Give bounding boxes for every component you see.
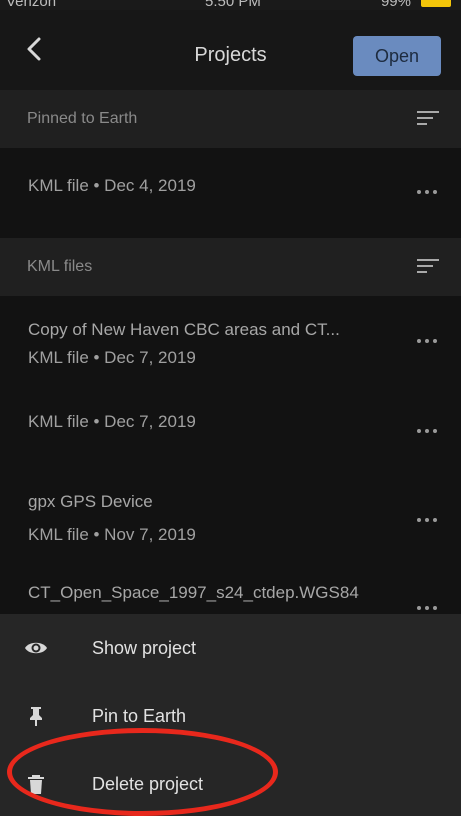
section-title-kml: KML files <box>27 258 93 275</box>
item-subtitle: KML file • Dec 7, 2019 <box>28 412 196 431</box>
eye-icon <box>25 642 47 654</box>
app-header: Projects Open <box>0 10 461 90</box>
item-title: Copy of New Haven CBC areas and CT... <box>28 320 340 339</box>
more-icon[interactable] <box>417 518 439 524</box>
clock-label: 5:50 PM <box>205 0 261 10</box>
list-item[interactable]: gpx GPS Device KML file • Nov 7, 2019 <box>0 476 461 566</box>
section-header-pinned: Pinned to Earth <box>0 90 461 148</box>
item-title: gpx GPS Device <box>28 492 153 511</box>
item-subtitle: KML file • Dec 7, 2019 <box>28 348 196 367</box>
sort-icon[interactable] <box>417 259 439 275</box>
list-item[interactable]: KML file • Dec 4, 2019 <box>0 148 461 238</box>
delete-project-label: Delete project <box>92 774 204 794</box>
trash-icon <box>28 775 44 794</box>
delete-project-button[interactable]: Delete project <box>0 750 461 816</box>
pin-to-earth-button[interactable]: Pin to Earth <box>0 682 461 750</box>
more-icon[interactable] <box>417 606 439 612</box>
carrier-label: Verizon <box>6 0 57 10</box>
section-title-pinned: Pinned to Earth <box>27 110 138 127</box>
more-icon[interactable] <box>417 429 439 435</box>
bottom-sheet: Show project Pin to Earth Delete project <box>0 614 461 816</box>
pin-to-earth-label: Pin to Earth <box>92 706 187 726</box>
pin-icon <box>30 707 42 726</box>
status-bar: Verizon 5:50 PM 99% <box>0 0 461 10</box>
sort-icon[interactable] <box>417 111 439 127</box>
more-icon[interactable] <box>417 190 439 196</box>
more-icon[interactable] <box>417 339 439 345</box>
list-item[interactable]: CT_Open_Space_1997_s24_ctdep.WGS84 <box>0 566 461 614</box>
item-subtitle: KML file • Nov 7, 2019 <box>28 525 196 544</box>
show-project-button[interactable]: Show project <box>0 614 461 682</box>
section-header-kml: KML files <box>0 238 461 296</box>
open-button[interactable]: Open <box>353 36 441 76</box>
item-title: CT_Open_Space_1997_s24_ctdep.WGS84 <box>28 583 359 602</box>
battery-label: 99% <box>380 0 411 10</box>
item-subtitle: KML file • Dec 4, 2019 <box>28 176 196 195</box>
battery-icon <box>421 0 451 7</box>
list-item[interactable]: KML file • Dec 7, 2019 <box>0 386 461 476</box>
show-project-label: Show project <box>92 638 197 658</box>
list-item[interactable]: Copy of New Haven CBC areas and CT... KM… <box>0 296 461 386</box>
